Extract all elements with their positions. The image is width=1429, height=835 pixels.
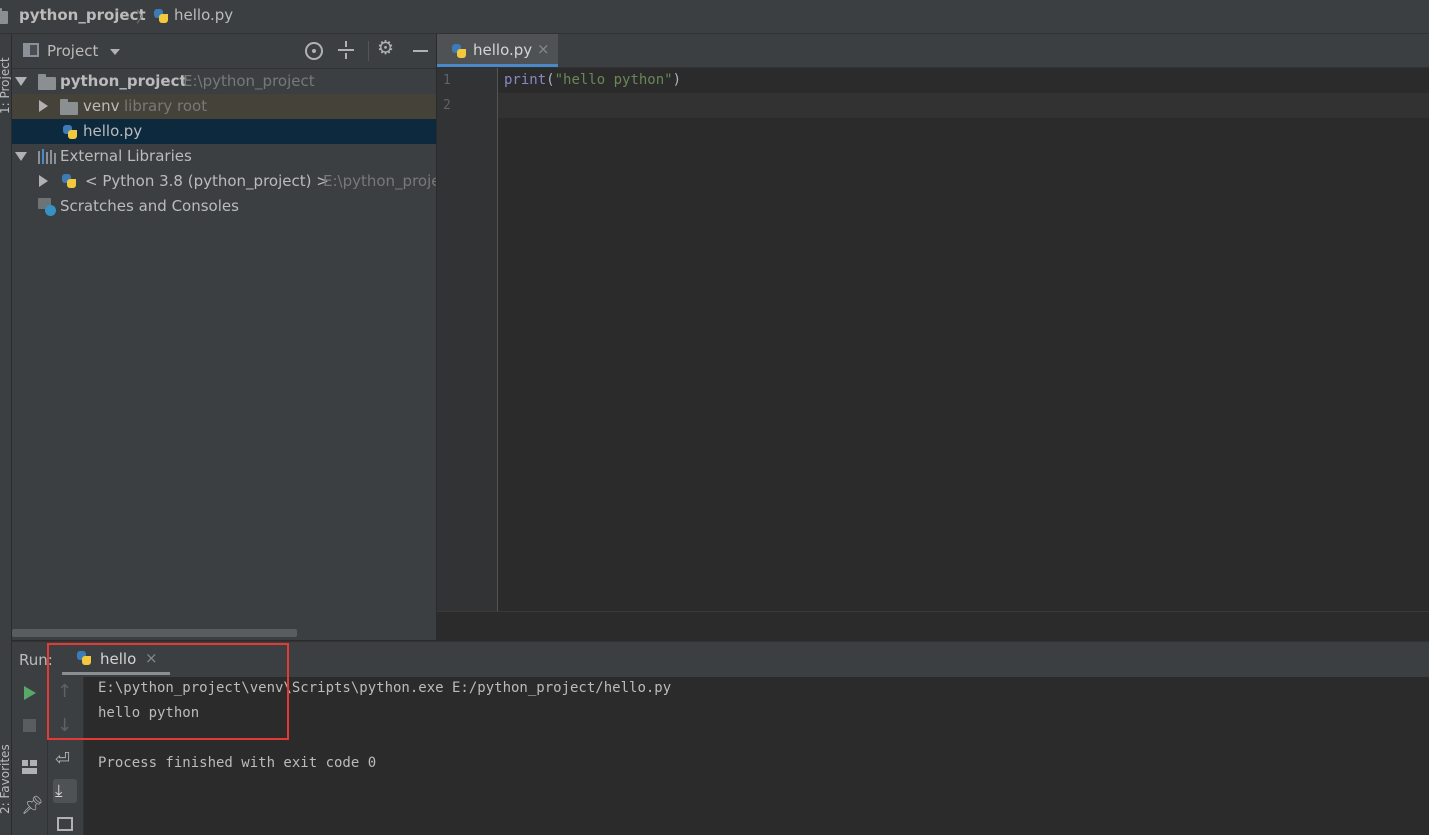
chevron-down-icon[interactable] — [110, 49, 120, 55]
tree-item-hint: library root — [124, 97, 208, 115]
line-number: 1 — [443, 73, 451, 88]
pin-icon[interactable]: 📌︎ — [21, 795, 44, 816]
python-file-icon — [153, 8, 169, 24]
project-panel: Project ⚙ python_project E:\python_proje… — [12, 34, 436, 640]
tree-item-external-libraries[interactable]: External Libraries — [12, 144, 436, 169]
code-paren: ( — [546, 72, 555, 88]
tree-item-label: hello.py — [83, 122, 143, 140]
navigation-bar: python_project 〉 hello.py — [0, 0, 1429, 34]
console-exit-line: Process finished with exit code 0 — [98, 755, 377, 771]
left-tool-strip: 1: Project 2: Favorites — [0, 34, 12, 835]
folder-icon — [60, 99, 78, 115]
breadcrumb-file[interactable]: hello.py — [174, 6, 233, 24]
editor-tab-label: hello.py — [473, 41, 533, 59]
breadcrumb-separator: 〉 — [136, 8, 152, 26]
tree-item-label: python_project — [60, 72, 187, 90]
libraries-icon — [38, 149, 56, 164]
line-number: 2 — [443, 98, 451, 113]
project-view-icon — [23, 43, 39, 57]
code-function: print — [504, 72, 547, 88]
editor-gutter: 1 2 — [437, 68, 498, 611]
run-toolbar-primary: 📌︎ — [12, 677, 48, 835]
print-icon[interactable] — [57, 817, 73, 831]
project-tool-tab[interactable]: 1: Project — [0, 57, 11, 114]
collapse-all-icon[interactable] — [338, 41, 354, 59]
python-file-icon — [451, 43, 467, 59]
tree-item-label: venv — [83, 97, 120, 115]
soft-wrap-icon[interactable]: ⏎ — [55, 749, 70, 770]
code-paren: ) — [672, 72, 682, 88]
favorites-tool-tab[interactable]: 2: Favorites — [0, 744, 11, 814]
code-editor[interactable] — [498, 68, 1429, 611]
tree-item-label: < Python 3.8 (python_project) > — [85, 172, 329, 190]
hide-panel-icon[interactable] — [413, 50, 428, 52]
expand-arrow-icon[interactable] — [15, 77, 27, 86]
current-line-highlight — [498, 93, 1429, 118]
expand-arrow-icon[interactable] — [39, 175, 48, 187]
editor-tab-hello-py[interactable]: hello.py × — [437, 34, 558, 67]
rerun-icon[interactable] — [24, 686, 36, 700]
code-string: "hello python" — [554, 72, 673, 88]
tree-item-label: Scratches and Consoles — [60, 197, 239, 215]
project-horizontal-scrollbar[interactable] — [12, 629, 297, 637]
project-panel-header: Project ⚙ — [12, 34, 436, 69]
tree-item-venv[interactable]: venv library root — [12, 94, 436, 119]
divider — [368, 41, 369, 61]
tree-item-label: External Libraries — [60, 147, 192, 165]
tree-item-path: E:\python_proje — [323, 172, 436, 190]
project-folder-icon — [0, 8, 8, 24]
code-line-1[interactable]: print("hello python") — [504, 72, 681, 88]
project-view-label[interactable]: Project — [47, 42, 98, 60]
expand-arrow-icon[interactable] — [39, 100, 48, 112]
folder-icon — [38, 74, 56, 90]
tree-item-path: E:\python_project — [183, 72, 315, 90]
tree-item-python-sdk[interactable]: < Python 3.8 (python_project) > E:\pytho… — [12, 169, 436, 194]
tree-item-hello-py[interactable]: hello.py — [12, 119, 436, 144]
python-sdk-icon — [61, 173, 77, 189]
gear-icon[interactable]: ⚙ — [377, 37, 394, 59]
layout-icon[interactable] — [22, 760, 37, 774]
tree-item-scratches[interactable]: Scratches and Consoles — [12, 194, 436, 219]
editor-tab-bar: hello.py × — [437, 34, 1429, 68]
breadcrumb-project[interactable]: python_project — [19, 6, 146, 24]
tree-item-root[interactable]: python_project E:\python_project — [12, 69, 436, 94]
editor-bottom-bar — [437, 611, 1429, 641]
locate-file-icon[interactable] — [305, 42, 323, 60]
scratches-icon — [38, 198, 56, 216]
scroll-to-end-icon[interactable]: ⤓ — [53, 779, 77, 803]
python-file-icon — [62, 124, 78, 140]
stop-icon[interactable] — [23, 719, 36, 732]
annotation-highlight-box — [47, 643, 289, 740]
close-icon[interactable]: × — [537, 40, 550, 58]
expand-arrow-icon[interactable] — [15, 152, 27, 161]
